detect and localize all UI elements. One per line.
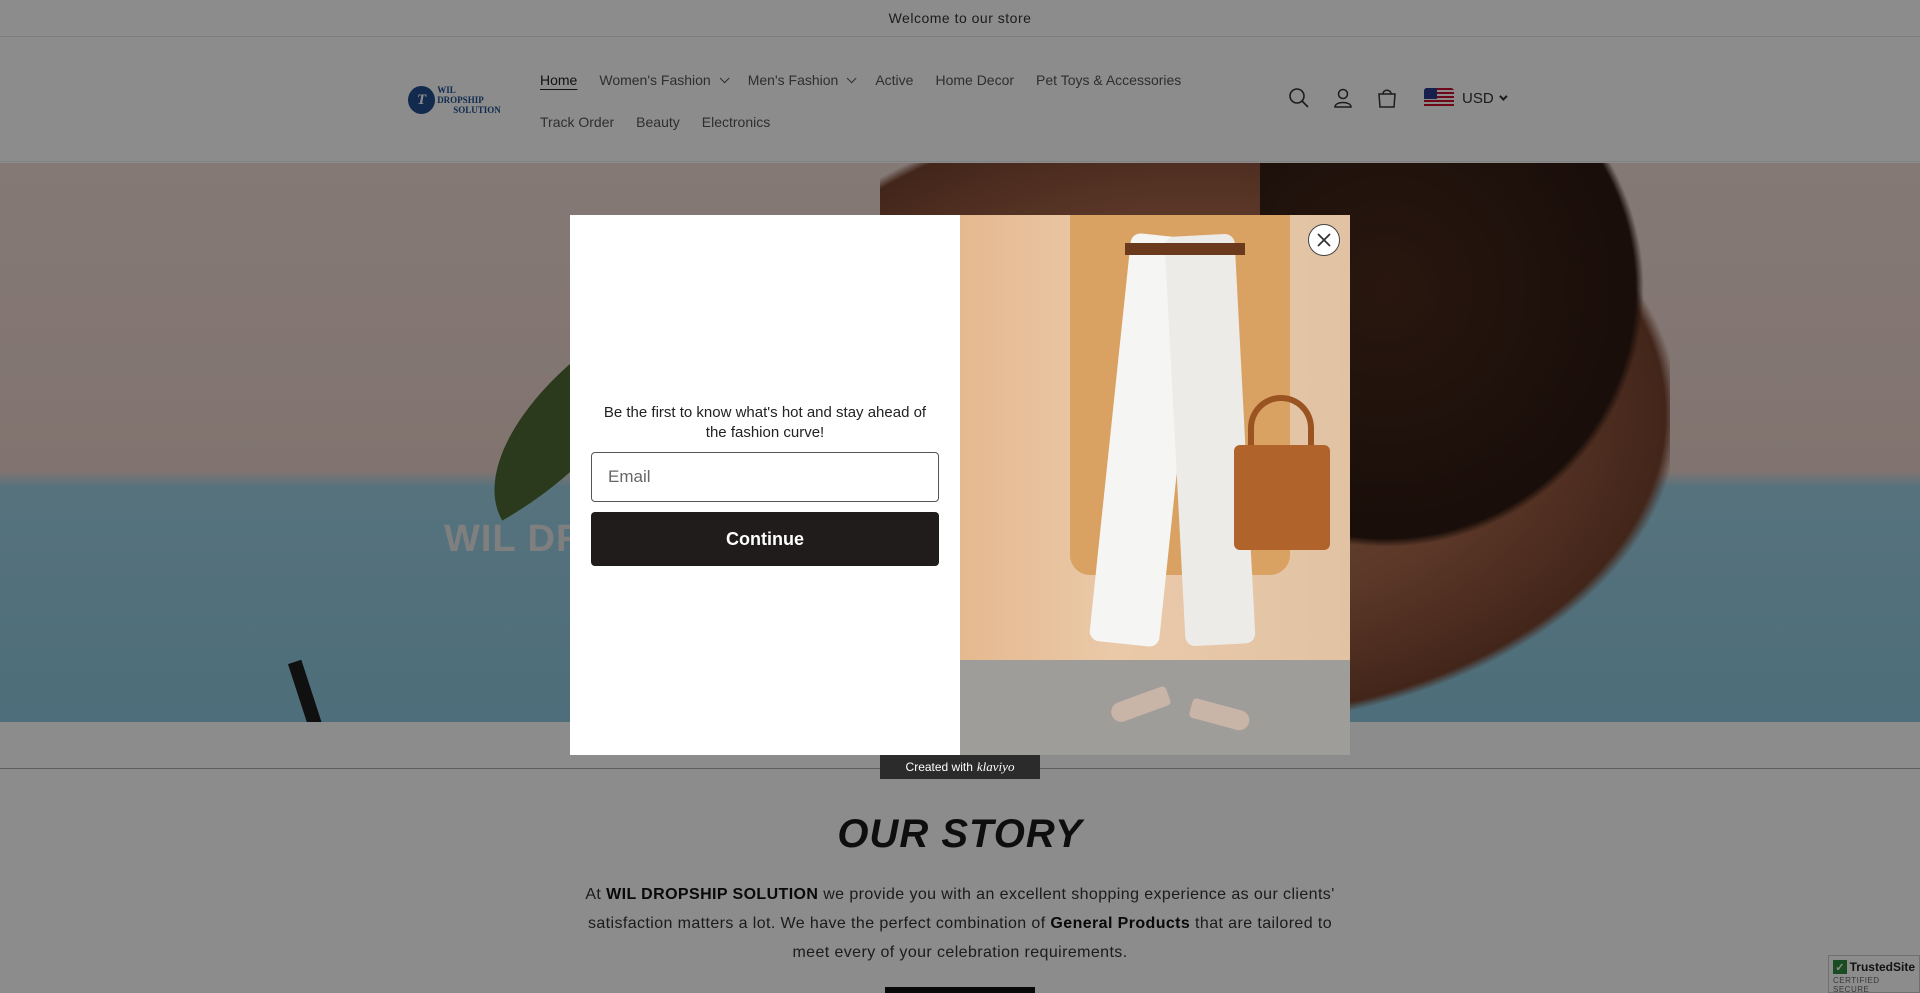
newsletter-popup: Be the first to know what's hot and stay… xyxy=(570,215,1350,755)
klaviyo-logo: klaviyo xyxy=(976,759,1015,774)
close-icon[interactable] xyxy=(1308,224,1340,256)
klaviyo-badge[interactable]: Created with klaviyo xyxy=(880,755,1040,779)
email-field[interactable] xyxy=(591,452,939,502)
popup-fashion-image xyxy=(960,215,1350,755)
image-handbag xyxy=(1234,445,1330,550)
popup-form-panel: Be the first to know what's hot and stay… xyxy=(570,215,960,755)
image-belt xyxy=(1125,243,1245,255)
klaviyo-prefix: Created with xyxy=(905,760,973,774)
popup-message: Be the first to know what's hot and stay… xyxy=(603,404,927,441)
continue-button[interactable]: Continue xyxy=(591,512,939,566)
